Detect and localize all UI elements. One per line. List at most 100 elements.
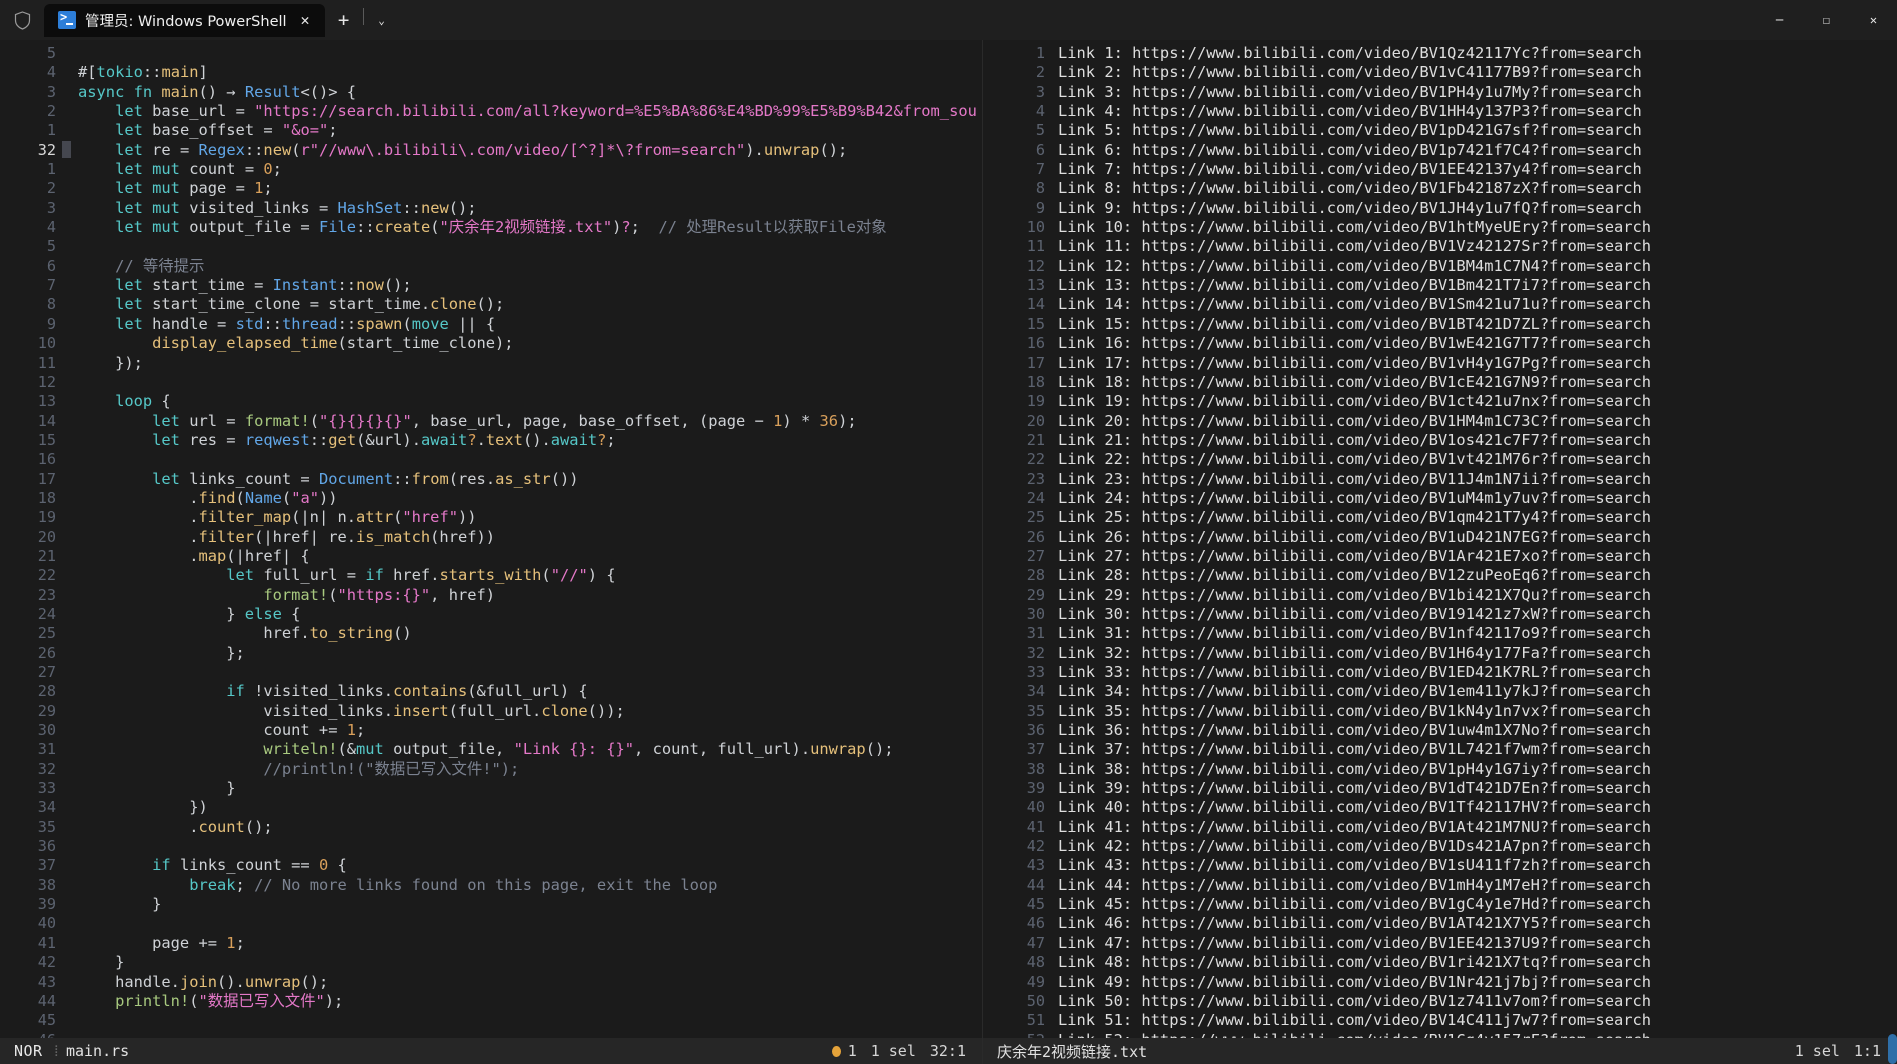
text-line[interactable]: 48 Link 48: https://www.bilibili.com/vide…: [983, 953, 1897, 972]
code-line[interactable]: 39 }: [0, 895, 982, 914]
chevron-down-icon[interactable]: ⌄: [364, 4, 400, 37]
text-line[interactable]: 12 Link 12: https://www.bilibili.com/vide…: [983, 257, 1897, 276]
text-view-links-file[interactable]: 1 Link 1: https://www.bilibili.com/video/…: [983, 40, 1897, 1038]
code-line[interactable]: 10 display_elapsed_time(start_time_clone…: [0, 334, 982, 353]
code-line[interactable]: 36: [0, 837, 982, 856]
code-line[interactable]: 41 page += 1;: [0, 934, 982, 953]
code-line[interactable]: 37 if links_count == 0 {: [0, 856, 982, 875]
text-line[interactable]: 44 Link 44: https://www.bilibili.com/vide…: [983, 876, 1897, 895]
code-line[interactable]: 25 href.to_string(): [0, 624, 982, 643]
code-line[interactable]: 32 //println!("数据已写入文件!");: [0, 760, 982, 779]
text-line[interactable]: 9 Link 9: https://www.bilibili.com/video/…: [983, 199, 1897, 218]
code-line[interactable]: 11 });: [0, 354, 982, 373]
text-line[interactable]: 22 Link 22: https://www.bilibili.com/vide…: [983, 450, 1897, 469]
window-close-button[interactable]: ✕: [1850, 0, 1897, 40]
code-line[interactable]: 7 let start_time = Instant::now();: [0, 276, 982, 295]
code-line[interactable]: 5: [0, 237, 982, 256]
code-line[interactable]: 5: [0, 44, 982, 63]
text-line[interactable]: 23 Link 23: https://www.bilibili.com/vide…: [983, 470, 1897, 489]
text-line[interactable]: 14 Link 14: https://www.bilibili.com/vide…: [983, 295, 1897, 314]
code-line[interactable]: 3 let mut visited_links = HashSet::new()…: [0, 199, 982, 218]
code-line[interactable]: 3 async fn main() → Result<()> {: [0, 83, 982, 102]
new-tab-button[interactable]: +: [325, 4, 363, 37]
text-line[interactable]: 41 Link 41: https://www.bilibili.com/vide…: [983, 818, 1897, 837]
code-line[interactable]: 2 let base_url = "https://search.bilibil…: [0, 102, 982, 121]
code-line[interactable]: 24 } else {: [0, 605, 982, 624]
code-line[interactable]: 42 }: [0, 953, 982, 972]
text-line[interactable]: 49 Link 49: https://www.bilibili.com/vide…: [983, 973, 1897, 992]
maximize-button[interactable]: ☐: [1803, 0, 1850, 40]
editor-pane-left[interactable]: 5 4 #[tokio::main] 3 async fn main() → Resul…: [0, 40, 982, 1064]
text-line[interactable]: 43 Link 43: https://www.bilibili.com/vide…: [983, 856, 1897, 875]
text-line[interactable]: 3 Link 3: https://www.bilibili.com/video/…: [983, 83, 1897, 102]
code-line[interactable]: 9 let handle = std::thread::spawn(move |…: [0, 315, 982, 334]
code-line[interactable]: 2 let mut page = 1;: [0, 179, 982, 198]
code-line[interactable]: 43 handle.join().unwrap();: [0, 973, 982, 992]
text-line[interactable]: 27 Link 27: https://www.bilibili.com/vide…: [983, 547, 1897, 566]
code-view-main-rs[interactable]: 5 4 #[tokio::main] 3 async fn main() → Resul…: [0, 40, 982, 1038]
code-line[interactable]: 14 let url = format!("{}{}{}{}", base_ur…: [0, 412, 982, 431]
text-line[interactable]: 32 Link 32: https://www.bilibili.com/vide…: [983, 644, 1897, 663]
code-line[interactable]: 46: [0, 1031, 982, 1038]
text-line[interactable]: 15 Link 15: https://www.bilibili.com/vide…: [983, 315, 1897, 334]
code-line[interactable]: 38 break; // No more links found on this…: [0, 876, 982, 895]
code-line[interactable]: 29 visited_links.insert(full_url.clone()…: [0, 702, 982, 721]
text-line[interactable]: 47 Link 47: https://www.bilibili.com/vide…: [983, 934, 1897, 953]
text-line[interactable]: 31 Link 31: https://www.bilibili.com/vide…: [983, 624, 1897, 643]
close-icon[interactable]: ✕: [296, 12, 315, 28]
text-line[interactable]: 28 Link 28: https://www.bilibili.com/vide…: [983, 566, 1897, 585]
text-line[interactable]: 35 Link 35: https://www.bilibili.com/vide…: [983, 702, 1897, 721]
text-line[interactable]: 34 Link 34: https://www.bilibili.com/vide…: [983, 682, 1897, 701]
text-line[interactable]: 4 Link 4: https://www.bilibili.com/video/…: [983, 102, 1897, 121]
text-line[interactable]: 42 Link 42: https://www.bilibili.com/vide…: [983, 837, 1897, 856]
code-line[interactable]: 27: [0, 663, 982, 682]
text-line[interactable]: 5 Link 5: https://www.bilibili.com/video/…: [983, 121, 1897, 140]
code-line[interactable]: 15 let res = reqwest::get(&url).await?.t…: [0, 431, 982, 450]
text-line[interactable]: 24 Link 24: https://www.bilibili.com/vide…: [983, 489, 1897, 508]
code-line[interactable]: 34 }): [0, 798, 982, 817]
code-line[interactable]: 8 let start_time_clone = start_time.clon…: [0, 295, 982, 314]
text-line[interactable]: 33 Link 33: https://www.bilibili.com/vide…: [983, 663, 1897, 682]
text-line[interactable]: 36 Link 36: https://www.bilibili.com/vide…: [983, 721, 1897, 740]
text-line[interactable]: 2 Link 2: https://www.bilibili.com/video/…: [983, 63, 1897, 82]
code-line[interactable]: 21 .map(|href| {: [0, 547, 982, 566]
code-line[interactable]: 16: [0, 450, 982, 469]
text-line[interactable]: 46 Link 46: https://www.bilibili.com/vide…: [983, 914, 1897, 933]
text-line[interactable]: 20 Link 20: https://www.bilibili.com/vide…: [983, 412, 1897, 431]
text-line[interactable]: 10 Link 10: https://www.bilibili.com/vide…: [983, 218, 1897, 237]
scrollbar-thumb[interactable]: [1888, 1034, 1897, 1064]
code-line[interactable]: 31 writeln!(&mut output_file, "Link {}: …: [0, 740, 982, 759]
text-line[interactable]: 18 Link 18: https://www.bilibili.com/vide…: [983, 373, 1897, 392]
text-line[interactable]: 19 Link 19: https://www.bilibili.com/vide…: [983, 392, 1897, 411]
text-line[interactable]: 30 Link 30: https://www.bilibili.com/vide…: [983, 605, 1897, 624]
code-line[interactable]: 35 .count();: [0, 818, 982, 837]
text-line[interactable]: 50 Link 50: https://www.bilibili.com/vide…: [983, 992, 1897, 1011]
text-line[interactable]: 39 Link 39: https://www.bilibili.com/vide…: [983, 779, 1897, 798]
code-line[interactable]: 23 format!("https:{}", href): [0, 586, 982, 605]
code-line[interactable]: 22 let full_url = if href.starts_with("/…: [0, 566, 982, 585]
text-line[interactable]: 45 Link 45: https://www.bilibili.com/vide…: [983, 895, 1897, 914]
text-line[interactable]: 17 Link 17: https://www.bilibili.com/vide…: [983, 354, 1897, 373]
code-line[interactable]: 12: [0, 373, 982, 392]
code-line[interactable]: 19 .filter_map(|n| n.attr("href")): [0, 508, 982, 527]
text-line[interactable]: 25 Link 25: https://www.bilibili.com/vide…: [983, 508, 1897, 527]
code-line[interactable]: 13 loop {: [0, 392, 982, 411]
text-line[interactable]: 7 Link 7: https://www.bilibili.com/video/…: [983, 160, 1897, 179]
text-line[interactable]: 38 Link 38: https://www.bilibili.com/vide…: [983, 760, 1897, 779]
code-line[interactable]: 40: [0, 914, 982, 933]
code-line[interactable]: 1 let base_offset = "&o=";: [0, 121, 982, 140]
code-line[interactable]: 1 let mut count = 0;: [0, 160, 982, 179]
minimize-button[interactable]: ─: [1756, 0, 1803, 40]
code-line[interactable]: 28 if !visited_links.contains(&full_url)…: [0, 682, 982, 701]
text-line[interactable]: 16 Link 16: https://www.bilibili.com/vide…: [983, 334, 1897, 353]
code-line[interactable]: 32 let re = Regex::new(r"//www\.bilibili…: [0, 141, 982, 160]
text-line[interactable]: 13 Link 13: https://www.bilibili.com/vide…: [983, 276, 1897, 295]
code-line[interactable]: 4 let mut output_file = File::create("庆余…: [0, 218, 982, 237]
text-line[interactable]: 21 Link 21: https://www.bilibili.com/vide…: [983, 431, 1897, 450]
editor-pane-right[interactable]: 1 Link 1: https://www.bilibili.com/video/…: [982, 40, 1897, 1064]
code-line[interactable]: 18 .find(Name("a")): [0, 489, 982, 508]
terminal-tab-powershell[interactable]: 管理员: Windows PowerShell ✕: [44, 3, 325, 37]
code-line[interactable]: 6 // 等待提示: [0, 257, 982, 276]
code-line[interactable]: 30 count += 1;: [0, 721, 982, 740]
text-line[interactable]: 40 Link 40: https://www.bilibili.com/vide…: [983, 798, 1897, 817]
